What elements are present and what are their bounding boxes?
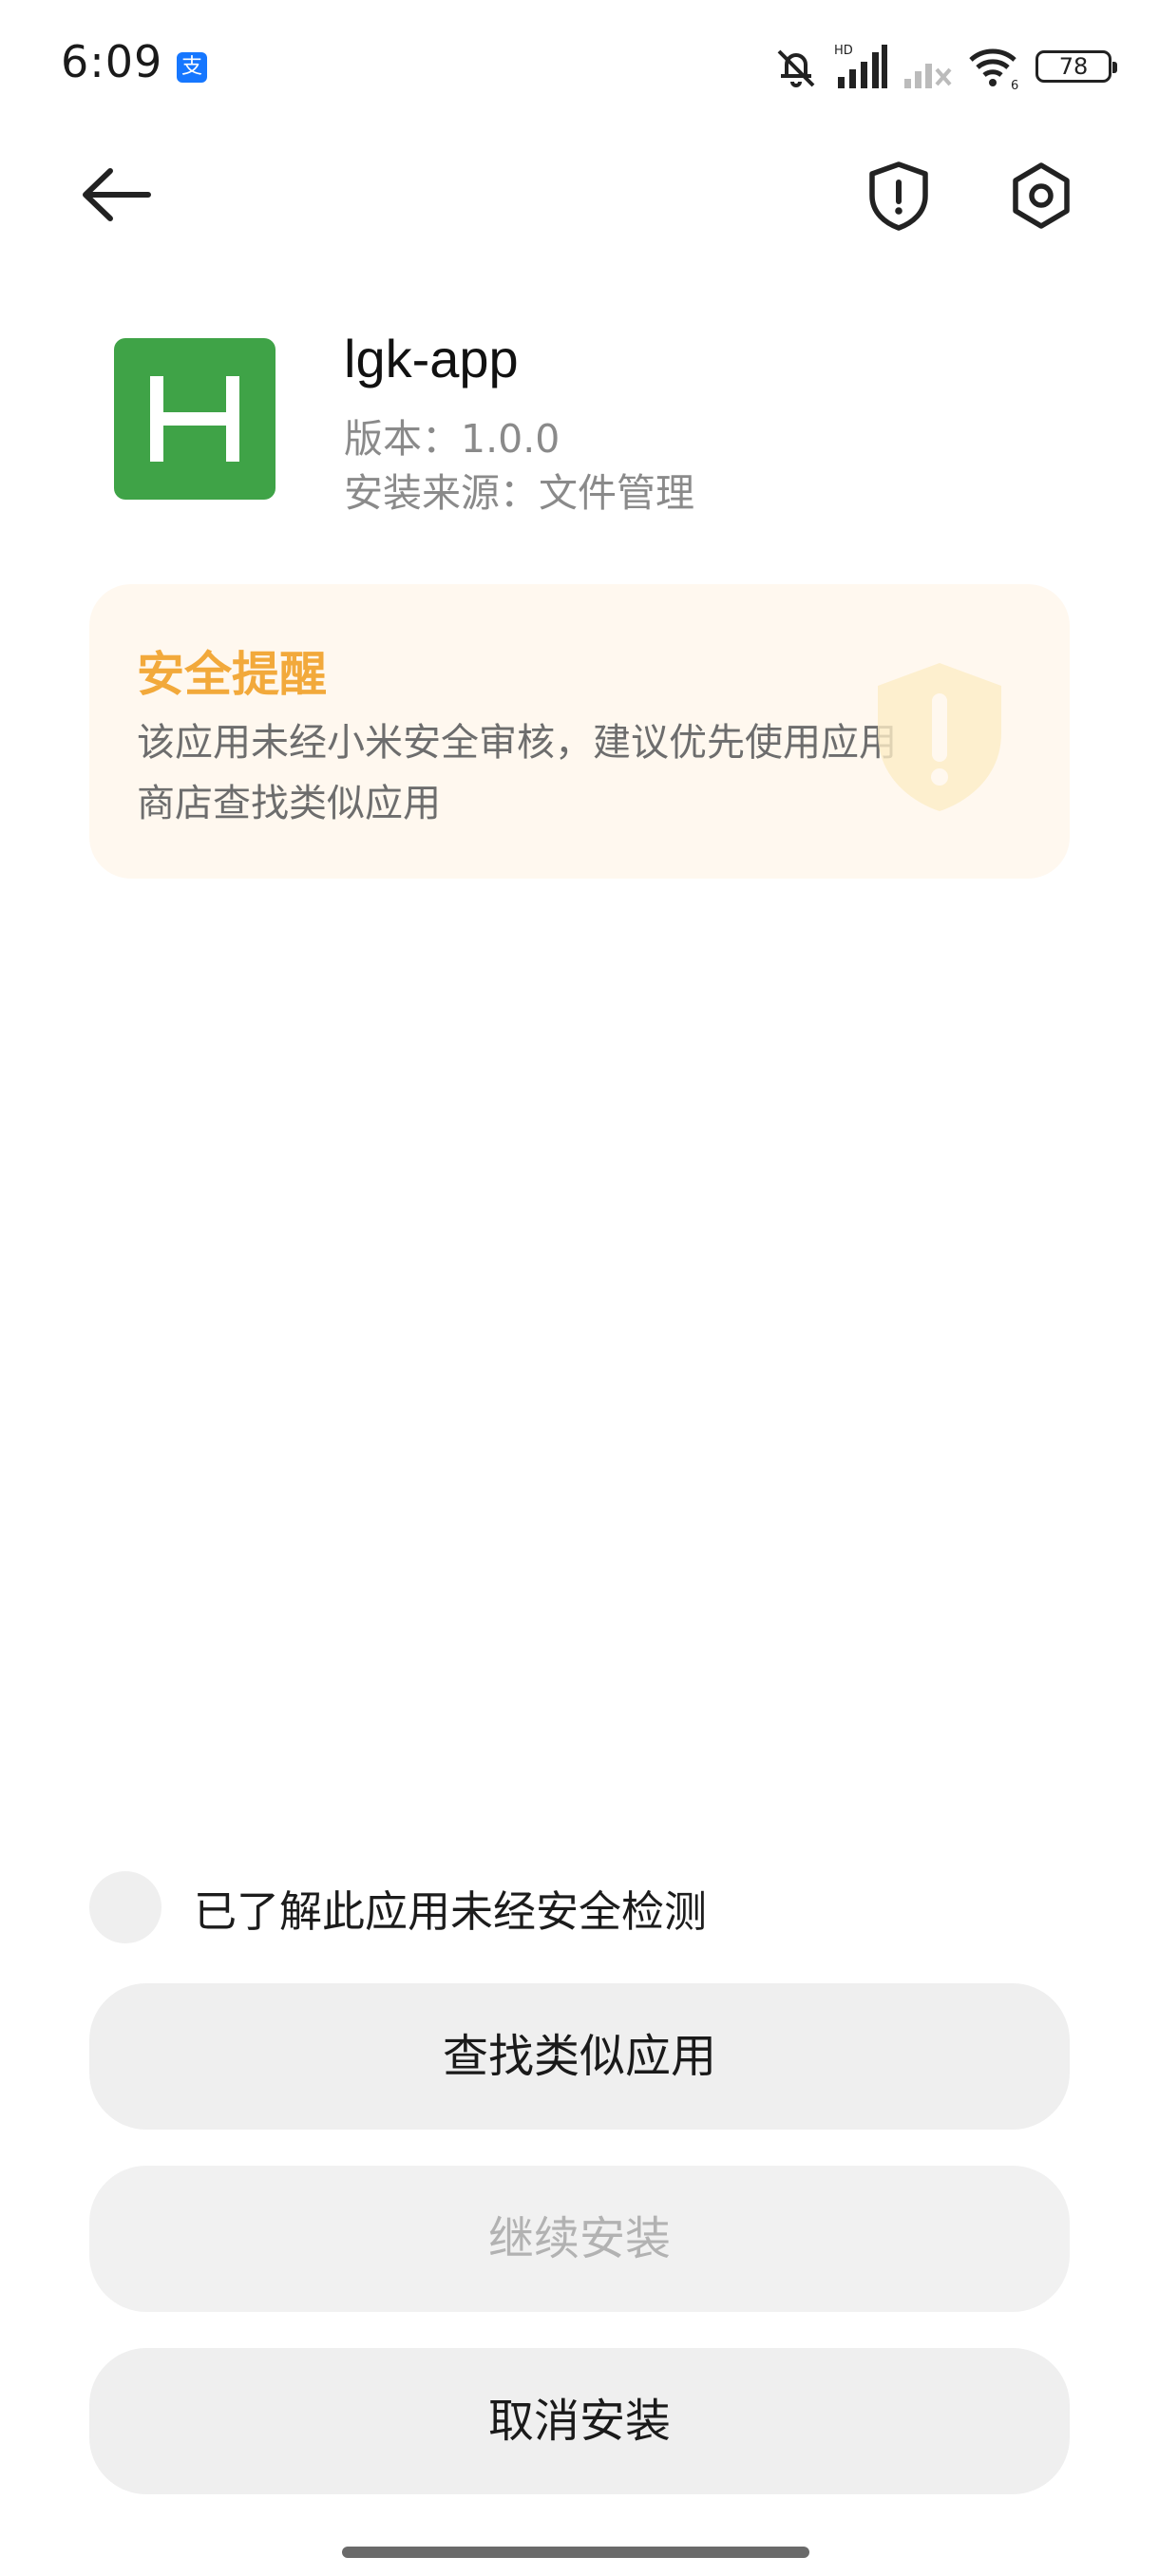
security-warning-card: 安全提醒 该应用未经小米安全审核，建议优先使用应用商店查找类似应用	[89, 584, 1070, 879]
home-indicator[interactable]	[342, 2547, 809, 2558]
warning-body: 该应用未经小米安全审核，建议优先使用应用商店查找类似应用	[137, 721, 897, 825]
status-icons: HD 6 78	[771, 42, 1117, 91]
arrow-left-icon	[83, 168, 151, 221]
warning-title: 安全提醒	[137, 647, 327, 702]
battery-indicator: 78	[1036, 50, 1117, 83]
acknowledge-checkbox[interactable]	[89, 1871, 162, 1943]
alipay-notification-icon: 支	[177, 52, 207, 83]
cancel-install-button[interactable]: 取消安装	[89, 2348, 1070, 2494]
find-similar-app-button[interactable]: 查找类似应用	[89, 1983, 1070, 2130]
app-icon	[114, 338, 276, 500]
install-warning-screen: 6:09 支 HD 6 78 lgk-app 版本：1.0.0 安装来源：文件管…	[0, 0, 1159, 2576]
shield-alert-icon	[869, 161, 928, 231]
app-name: lgk-app	[344, 329, 519, 388]
status-time: 6:09	[61, 36, 163, 87]
acknowledge-risk-checkbox-row[interactable]: 已了解此应用未经安全检测	[89, 1869, 707, 1945]
continue-install-button[interactable]: 继续安装	[89, 2166, 1070, 2312]
acknowledge-label: 已了解此应用未经安全检测	[194, 1885, 708, 1937]
status-bar: 6:09 支 HD 6 78	[0, 0, 1159, 133]
mute-bell-icon	[771, 44, 821, 89]
app-install-source: 安装来源：文件管理	[344, 470, 694, 516]
svg-text:6: 6	[1011, 79, 1018, 90]
settings-gear-icon	[1013, 162, 1070, 229]
svg-text:HD: HD	[834, 44, 853, 58]
wifi-icon: 6	[967, 43, 1022, 90]
security-check-button[interactable]	[864, 160, 933, 232]
app-version: 版本：1.0.0	[344, 416, 560, 462]
cellular-signal-hd-icon: HD	[834, 43, 889, 90]
settings-button[interactable]	[1005, 160, 1077, 232]
cellular-signal-inactive-icon	[902, 43, 954, 90]
warning-shield-icon	[878, 663, 1001, 811]
app-letter-h-icon	[150, 376, 239, 462]
back-button[interactable]	[78, 161, 154, 228]
